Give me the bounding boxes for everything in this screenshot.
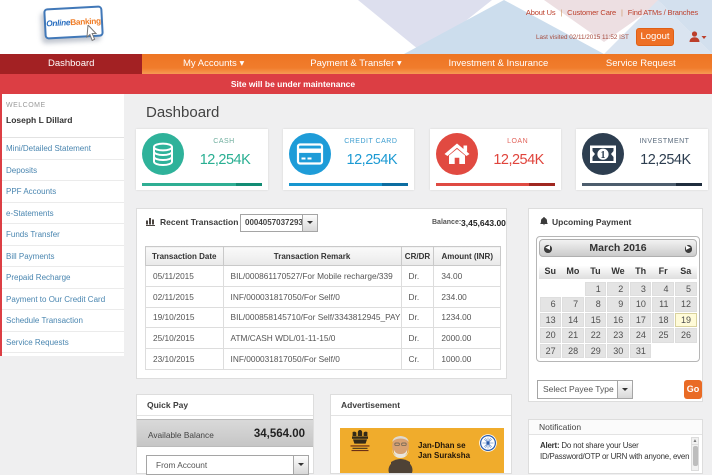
svg-text:1: 1 xyxy=(601,150,606,161)
